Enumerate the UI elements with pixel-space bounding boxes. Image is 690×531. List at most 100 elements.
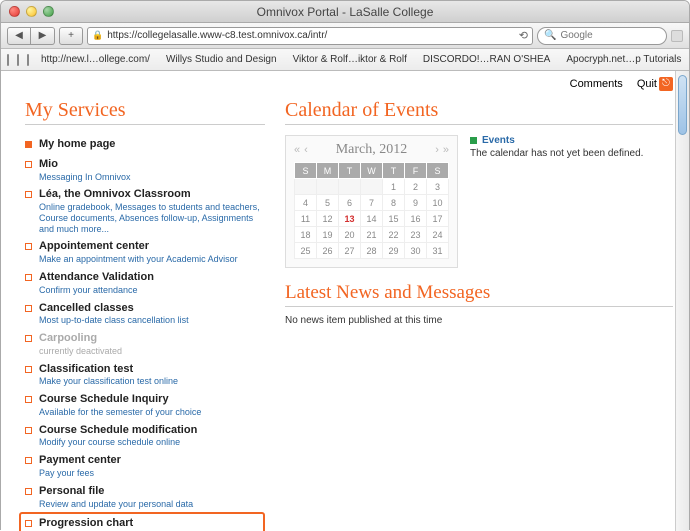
calendar-day[interactable]: 14: [361, 211, 383, 227]
search-bar[interactable]: 🔍: [537, 27, 667, 45]
calendar-dow: M: [317, 163, 339, 179]
top-sites-icon[interactable]: [27, 54, 29, 66]
calendar-day[interactable]: 10: [427, 195, 449, 211]
calendar-day[interactable]: 5: [317, 195, 339, 211]
service-item[interactable]: Classification testMake your classificat…: [25, 360, 265, 391]
legend-events-label: Events: [482, 135, 515, 146]
news-heading: Latest News and Messages: [285, 282, 673, 307]
calendar-day[interactable]: 26: [317, 243, 339, 259]
service-label[interactable]: Course Schedule Inquiry: [39, 393, 265, 407]
quit-link[interactable]: Quit⎋: [637, 77, 673, 91]
calendar-day[interactable]: 8: [383, 195, 405, 211]
back-button[interactable]: ◀: [7, 27, 31, 45]
search-input[interactable]: [560, 30, 650, 41]
calendar-day[interactable]: 18: [295, 227, 317, 243]
calendar-day[interactable]: 1: [383, 179, 405, 195]
calendar-grid: SMTWTFS123456789101112131415161718192021…: [294, 162, 449, 259]
calendar-day[interactable]: 30: [405, 243, 427, 259]
calendar-day[interactable]: 24: [427, 227, 449, 243]
calendar-day[interactable]: 19: [317, 227, 339, 243]
service-label[interactable]: My home page: [39, 138, 265, 152]
calendar-day[interactable]: 31: [427, 243, 449, 259]
service-item[interactable]: Personal fileReview and update your pers…: [25, 482, 265, 513]
service-desc: Available for the semester of your choic…: [39, 407, 265, 418]
service-label[interactable]: Progression chart: [39, 517, 259, 531]
service-label[interactable]: Appointement center: [39, 240, 265, 254]
service-label[interactable]: Mio: [39, 158, 265, 172]
service-item[interactable]: Carpoolingcurrently deactivated: [25, 329, 265, 360]
add-bookmark-button[interactable]: +: [59, 27, 83, 45]
service-item[interactable]: ←Progression chartConsult your personal …: [19, 512, 265, 531]
calendar-day[interactable]: 22: [383, 227, 405, 243]
calendar-day[interactable]: 28: [361, 243, 383, 259]
service-label[interactable]: Carpooling: [39, 332, 265, 346]
calendar-day[interactable]: 4: [295, 195, 317, 211]
comments-link[interactable]: Comments: [570, 78, 623, 90]
service-desc: Messaging In Omnivox: [39, 172, 265, 183]
calendar-day[interactable]: 15: [383, 211, 405, 227]
sidebar-toggle-icon[interactable]: [7, 54, 9, 66]
bullet-icon: [25, 274, 32, 281]
service-item[interactable]: Léa, the Omnivox ClassroomOnline gradebo…: [25, 185, 265, 237]
service-item[interactable]: My home page: [25, 135, 265, 155]
service-label[interactable]: Attendance Validation: [39, 271, 265, 285]
url-text: https://collegelasalle.www-c8.test.omniv…: [107, 30, 515, 41]
calendar-prev-month[interactable]: ‹: [304, 144, 308, 156]
bookmark-item[interactable]: Willys Studio and Design: [162, 52, 281, 67]
service-item[interactable]: Cancelled classesMost up-to-date class c…: [25, 299, 265, 330]
service-item[interactable]: MioMessaging In Omnivox: [25, 155, 265, 186]
calendar-day[interactable]: 17: [427, 211, 449, 227]
service-desc: Most up-to-date class cancellation list: [39, 315, 265, 326]
service-item[interactable]: Attendance ValidationConfirm your attend…: [25, 268, 265, 299]
scrollbar-thumb[interactable]: [678, 75, 687, 135]
service-label[interactable]: Course Schedule modification: [39, 424, 265, 438]
calendar-day[interactable]: 3: [427, 179, 449, 195]
service-item[interactable]: Appointement centerMake an appointment w…: [25, 237, 265, 268]
service-label[interactable]: Payment center: [39, 454, 265, 468]
service-item[interactable]: Course Schedule modificationModify your …: [25, 421, 265, 452]
calendar-day[interactable]: 12: [317, 211, 339, 227]
bullet-icon: [25, 488, 32, 495]
calendar-day[interactable]: 20: [339, 227, 361, 243]
bullet-icon: [25, 141, 32, 148]
reading-list-icon[interactable]: [17, 54, 19, 66]
calendar-day[interactable]: 16: [405, 211, 427, 227]
service-label[interactable]: Léa, the Omnivox Classroom: [39, 188, 265, 202]
calendar-prev[interactable]: «: [294, 144, 300, 156]
calendar-day[interactable]: 9: [405, 195, 427, 211]
service-label[interactable]: Cancelled classes: [39, 302, 265, 316]
bookmark-item[interactable]: Apocryph.net…p Tutorials: [562, 52, 685, 67]
calendar-day[interactable]: 25: [295, 243, 317, 259]
calendar-day[interactable]: 27: [339, 243, 361, 259]
calendar-day[interactable]: 2: [405, 179, 427, 195]
url-bar[interactable]: 🔒 https://collegelasalle.www-c8.test.omn…: [87, 27, 533, 45]
services-heading: My Services: [25, 99, 265, 125]
bullet-icon: [25, 161, 32, 168]
calendar-day[interactable]: 13: [339, 211, 361, 227]
calendar-day: [295, 179, 317, 195]
service-item[interactable]: Payment centerPay your fees: [25, 451, 265, 482]
calendar-day[interactable]: 21: [361, 227, 383, 243]
quit-icon: ⎋: [659, 77, 673, 91]
service-label[interactable]: Classification test: [39, 363, 265, 377]
calendar-dow: W: [361, 163, 383, 179]
calendar-next[interactable]: »: [443, 144, 449, 156]
bookmark-item[interactable]: Viktor & Rolf…iktor & Rolf: [289, 52, 411, 67]
calendar-next-month[interactable]: ›: [435, 144, 439, 156]
calendar-day[interactable]: 29: [383, 243, 405, 259]
calendar-day[interactable]: 11: [295, 211, 317, 227]
forward-button[interactable]: ▶: [31, 27, 55, 45]
calendar-day[interactable]: 6: [339, 195, 361, 211]
calendar-day: [339, 179, 361, 195]
service-item[interactable]: Course Schedule InquiryAvailable for the…: [25, 390, 265, 421]
bookmark-item[interactable]: http://new.l…ollege.com/: [37, 52, 154, 67]
service-desc: Modify your course schedule online: [39, 437, 265, 448]
page-content: Comments Quit⎋ My Services My home page M…: [1, 71, 689, 531]
service-label[interactable]: Personal file: [39, 485, 265, 499]
calendar-day[interactable]: 23: [405, 227, 427, 243]
service-desc: Pay your fees: [39, 468, 265, 479]
reload-icon[interactable]: ⟲: [519, 29, 528, 42]
calendar-day[interactable]: 7: [361, 195, 383, 211]
bookmark-item[interactable]: DISCORDO!…RAN O'SHEA: [419, 52, 554, 67]
vertical-scrollbar[interactable]: [675, 71, 689, 531]
